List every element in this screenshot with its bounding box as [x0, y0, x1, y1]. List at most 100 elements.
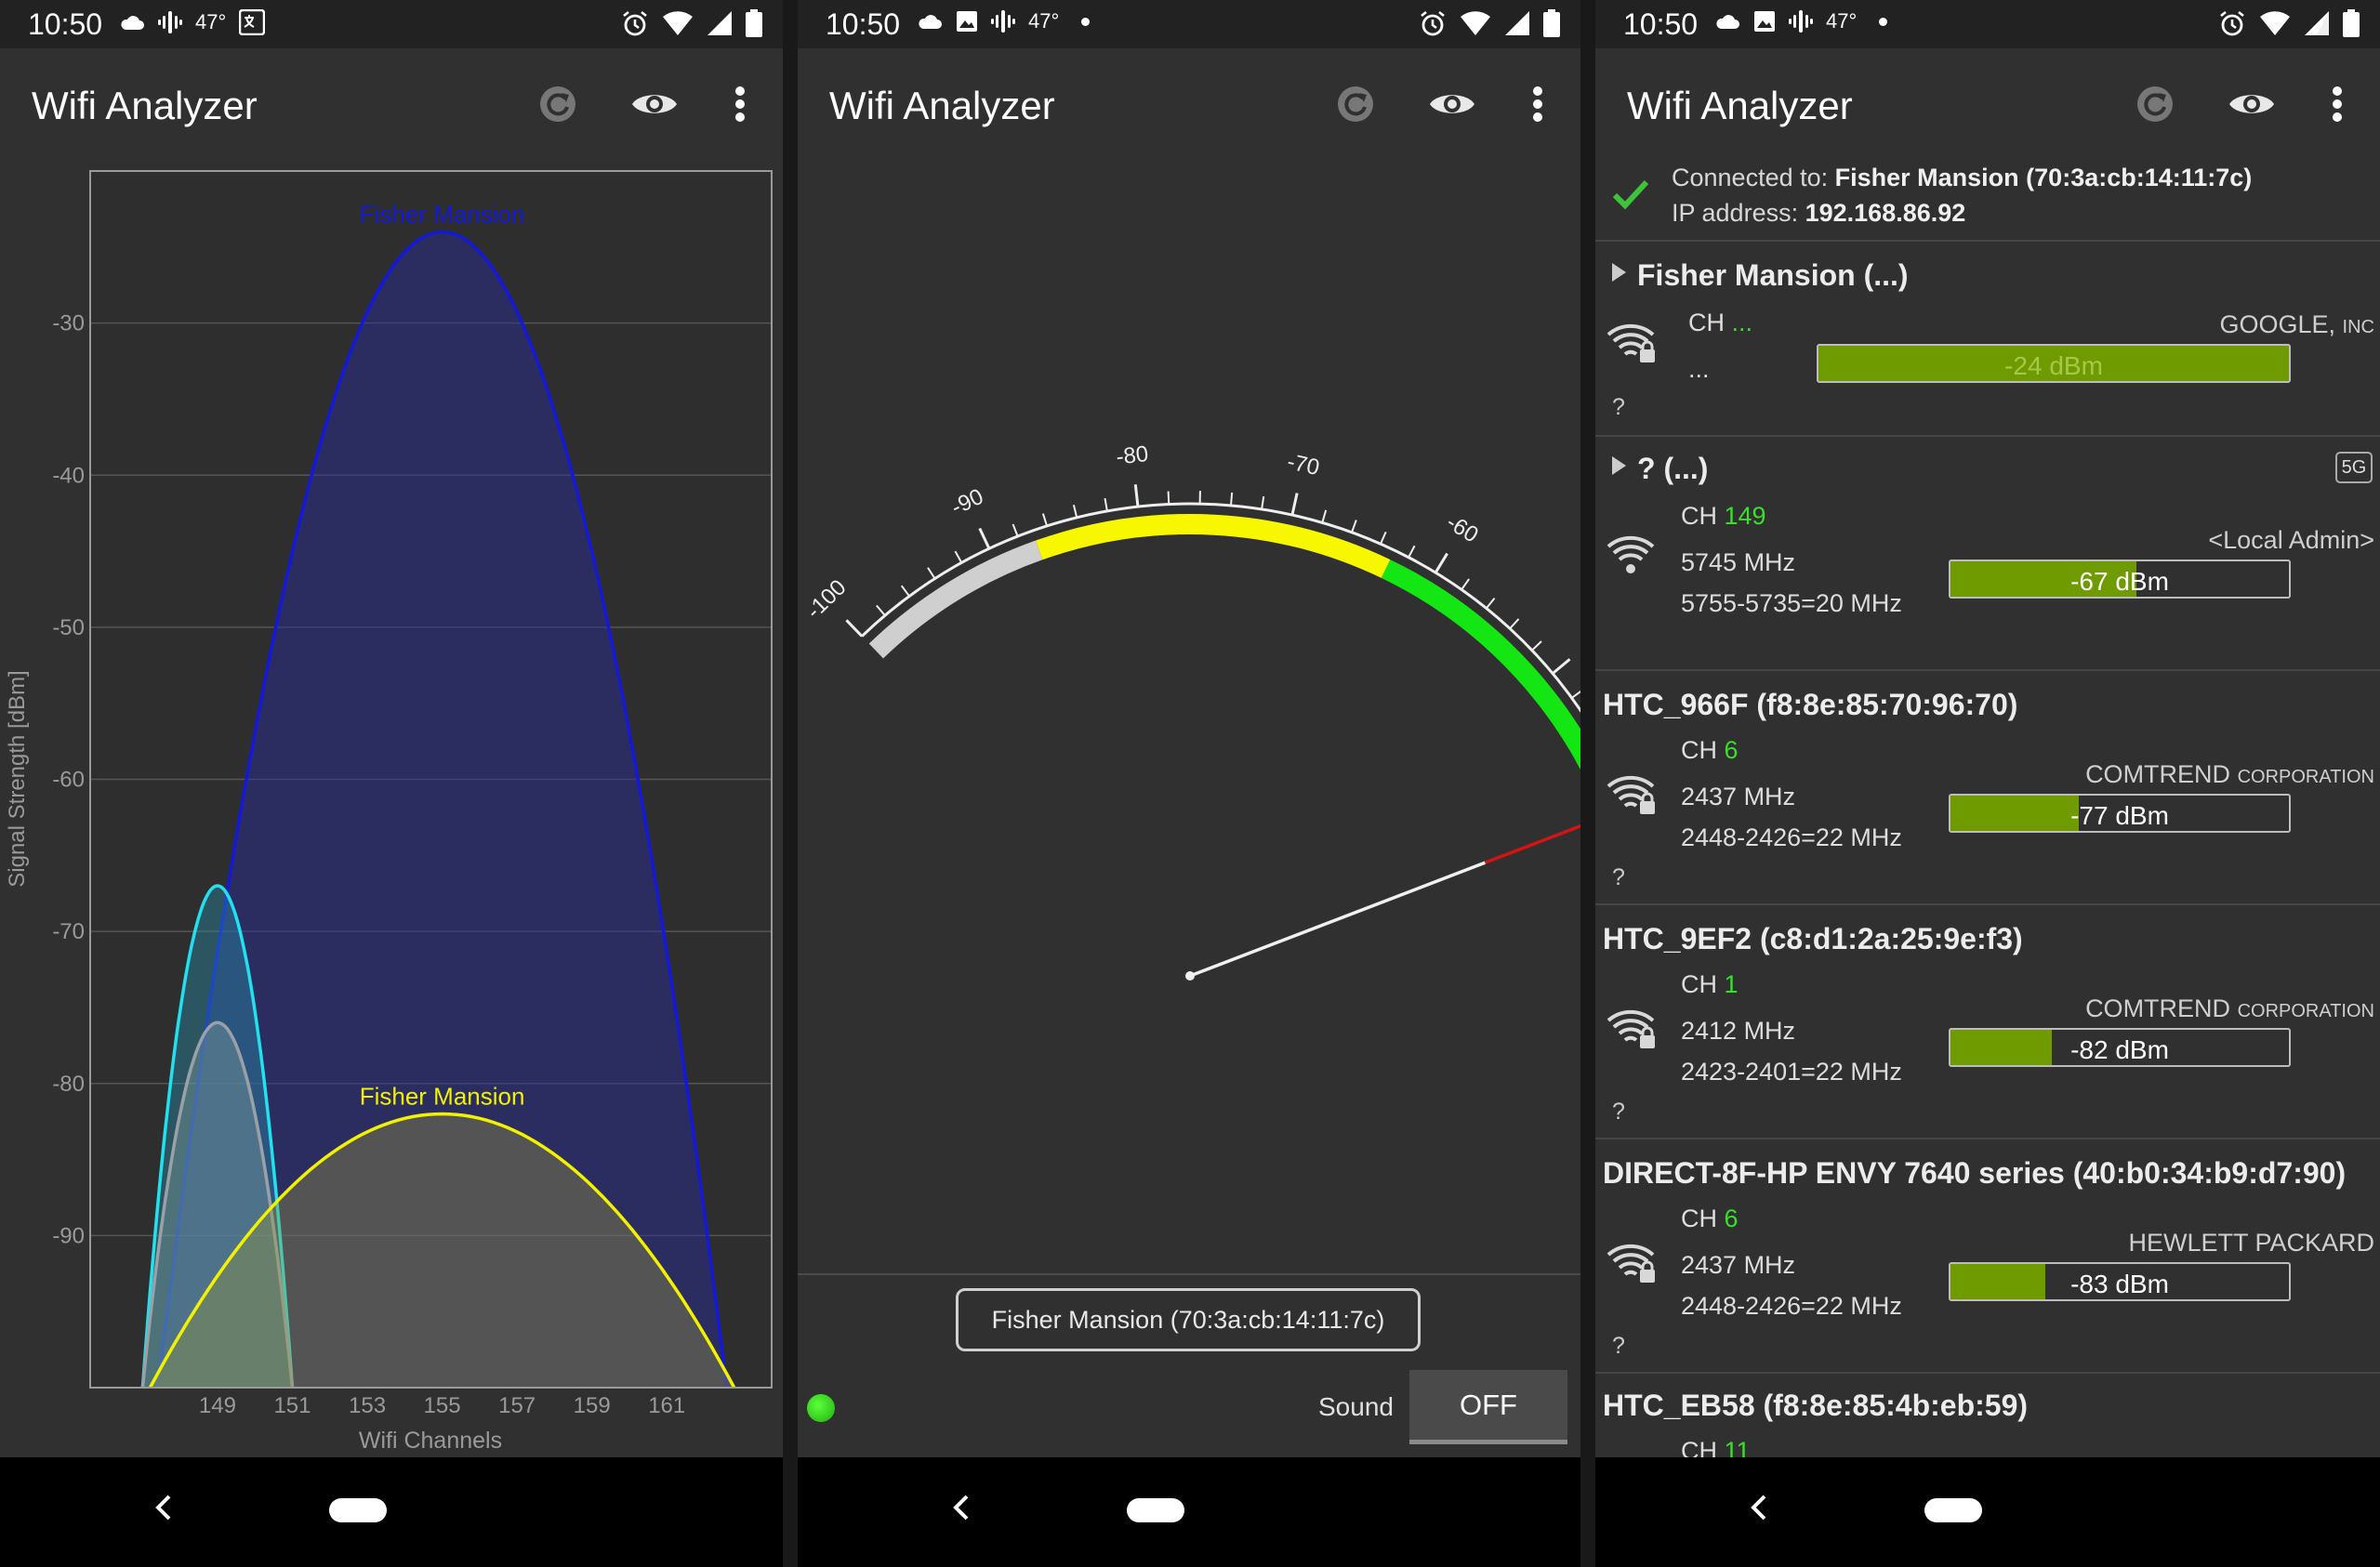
y-tick-label: -70 [52, 919, 85, 944]
ip-label: IP address: [1672, 199, 1799, 227]
back-icon[interactable] [946, 1489, 972, 1526]
vendor-text: GOOGLE, INC [2219, 310, 2374, 338]
translate-icon [239, 9, 266, 35]
cell-signal-icon [707, 11, 732, 35]
meter-pivot [1185, 971, 1195, 981]
podcast-icon [991, 10, 1015, 33]
back-icon[interactable] [149, 1489, 175, 1526]
refresh-button[interactable] [1326, 74, 1385, 134]
meter-tick-label: -100 [801, 574, 851, 624]
meter-tick [1072, 504, 1078, 519]
channel-width-text: 2423-2401=22 MHz [1681, 1058, 1902, 1086]
alarm-icon [2220, 10, 2244, 36]
meter-tick [1531, 640, 1542, 652]
expand-triangle-icon [1612, 263, 1626, 282]
network-item[interactable]: Fisher Mansion (...) CH ... ... GOOGLE, … [1595, 244, 2380, 435]
series-label: Fisher Mansion [360, 200, 525, 228]
cell-signal-icon [1505, 11, 1529, 35]
wifi-locked-icon [1606, 323, 1655, 362]
view-button[interactable] [2222, 74, 2281, 134]
podcast-icon [1789, 10, 1813, 33]
battery-icon [2343, 9, 2360, 37]
app-bar: Wifi Analyzer [0, 48, 783, 164]
refresh-button[interactable] [2125, 74, 2185, 134]
alarm-icon [1421, 10, 1445, 36]
x-tick-label: 157 [498, 1393, 536, 1418]
meter-tick [1351, 520, 1357, 533]
wifi-locked-icon [1606, 1009, 1655, 1048]
meter-tick-label: -60 [1442, 509, 1483, 547]
signal-value: -67 dBm [2070, 567, 2169, 596]
eye-icon [632, 95, 677, 113]
overflow-menu-button[interactable] [1508, 74, 1567, 134]
channel-text: CH 6 [1681, 1205, 1739, 1232]
network-selector[interactable]: Fisher Mansion (70:3a:cb:14:11:7c) [956, 1288, 1421, 1351]
network-title: HTC_EB58 (f8:8e:85:4b:eb:59) [1603, 1389, 2029, 1422]
meter-zone [1035, 514, 1391, 578]
status-time: 10:50 [28, 7, 103, 41]
wifi-locked-icon [1606, 1244, 1655, 1283]
meter-tick [1290, 493, 1299, 516]
security-unknown-text: ? [1612, 1099, 1625, 1125]
podcast-icon [158, 11, 182, 33]
refresh-button[interactable] [528, 74, 588, 134]
back-icon[interactable] [1744, 1489, 1770, 1526]
wifi-open-icon [1606, 535, 1655, 573]
x-axis-label: Wifi Channels [359, 1428, 502, 1454]
security-unknown-text: ? [1612, 394, 1625, 420]
overflow-menu-button[interactable] [2307, 74, 2367, 134]
status-time: 10:50 [826, 7, 901, 41]
meter-tick [1321, 509, 1328, 523]
meter-tick [900, 585, 910, 598]
status-time: 10:50 [1623, 7, 1699, 41]
meter-tick [1408, 545, 1416, 559]
network-item[interactable]: HTC_9EF2 (c8:d1:2a:25:9e:f3) CH 1 2412 M… [1595, 905, 2380, 1139]
x-tick-label: 149 [199, 1393, 236, 1418]
network-title: Fisher Mansion (...) [1603, 258, 1909, 293]
sound-toggle[interactable]: OFF [1409, 1370, 1567, 1444]
panel-gutter [783, 0, 798, 1567]
y-tick-label: -90 [52, 1223, 85, 1248]
frequency-text: 5745 MHz [1681, 548, 1796, 576]
expand-triangle-icon [1612, 456, 1626, 475]
signal-bar: -77 dBm [1949, 794, 2291, 833]
home-button[interactable] [1924, 1498, 1982, 1522]
network-item[interactable]: HTC_EB58 (f8:8e:85:4b:eb:59) CH 11 [1595, 1374, 2380, 1465]
frequency-text: 2412 MHz [1681, 1017, 1796, 1045]
app-title: Wifi Analyzer [32, 84, 258, 127]
frequency-text: 2437 MHz [1681, 783, 1796, 810]
home-button[interactable] [329, 1498, 387, 1522]
status-led-icon [807, 1394, 835, 1422]
signal-value: -82 dBm [2070, 1035, 2169, 1064]
x-tick-label: 153 [349, 1393, 386, 1418]
refresh-icon [2137, 86, 2173, 122]
refresh-icon [1338, 86, 1373, 122]
view-button[interactable] [625, 74, 684, 134]
signal-bar: -24 dBm [1817, 344, 2291, 383]
y-tick-label: -50 [52, 615, 85, 640]
more-vert-icon [735, 86, 745, 122]
vendor-text: COMTREND CORPORATION [2085, 994, 2374, 1022]
channel-text: CH 149 [1681, 502, 1766, 530]
meter-tick [927, 567, 936, 580]
ip-line: IP address: 192.168.86.92 [1672, 199, 1965, 228]
meter-tick [954, 550, 963, 563]
view-button[interactable] [1422, 74, 1482, 134]
status-temperature: 47° [1028, 9, 1060, 33]
series-label: Fisher Mansion [360, 1082, 525, 1110]
network-title: HTC_966F (f8:8e:85:70:96:70) [1603, 688, 2018, 721]
meter-tick [1104, 497, 1108, 512]
frequency-text: ... [1688, 355, 1710, 383]
x-tick-label: 159 [574, 1393, 611, 1418]
panel-gutter [1580, 0, 1595, 1567]
status-bar: 10:50 47° [1595, 0, 2380, 48]
home-button[interactable] [1127, 1498, 1184, 1522]
network-item[interactable]: HTC_966F (f8:8e:85:70:96:70) CH 6 2437 M… [1595, 671, 2380, 905]
network-item[interactable]: ? (...) 5G CH 149 5745 MHz 5755-5735=20 … [1595, 437, 2380, 671]
overflow-menu-button[interactable] [710, 74, 770, 134]
channel-text: CH 1 [1681, 970, 1739, 998]
image-icon [957, 11, 977, 32]
network-item[interactable]: DIRECT-8F-HP ENVY 7640 series (40:b0:34:… [1595, 1139, 2380, 1374]
x-tick-label: 155 [424, 1393, 461, 1418]
signal-bar: -82 dBm [1949, 1028, 2291, 1067]
